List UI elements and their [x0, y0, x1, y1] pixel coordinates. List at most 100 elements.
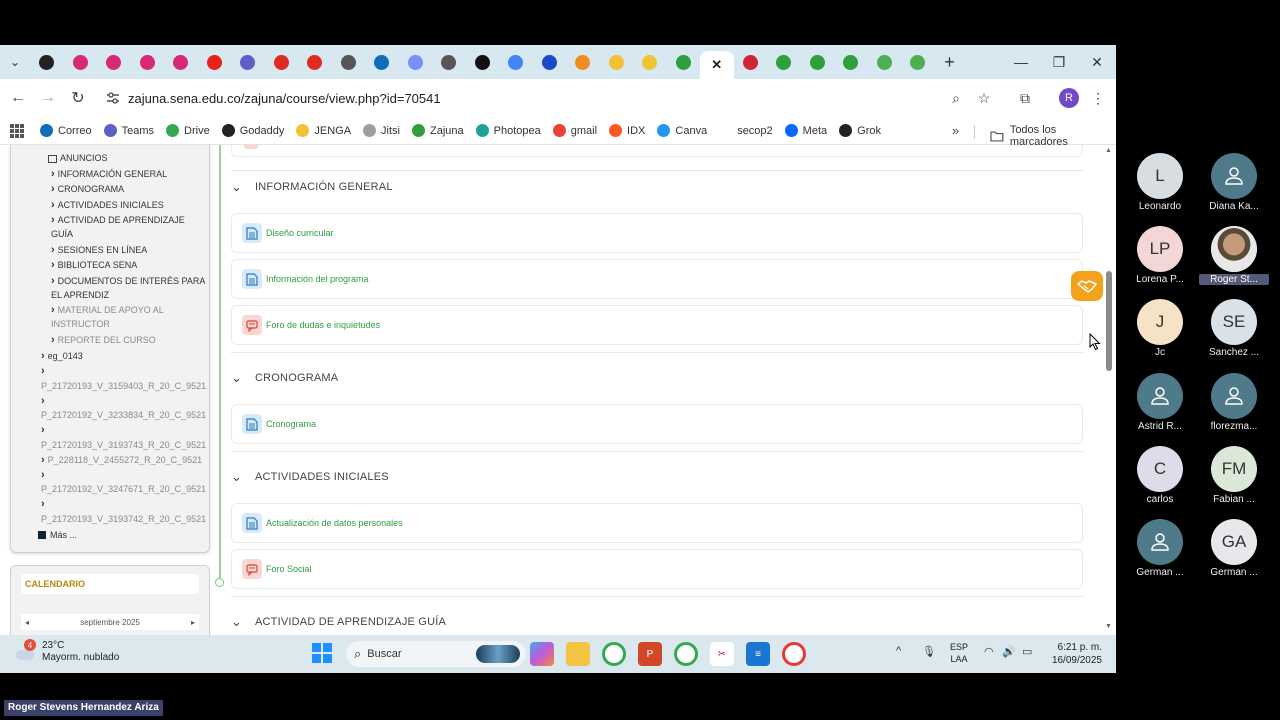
bookmark-item[interactable]: Meta — [784, 124, 827, 137]
bookmark-item[interactable]: IDX — [609, 124, 645, 137]
new-tab-plus-icon[interactable]: + — [935, 52, 965, 73]
browser-tab[interactable] — [633, 48, 667, 76]
participant-tile[interactable]: German ... — [1125, 519, 1195, 578]
chevron-down-icon[interactable]: ⌄ — [231, 371, 247, 384]
course-item[interactable]: P_21720192_V_3233834_R_20_C_9521 — [41, 409, 206, 422]
scroll-thumb[interactable] — [1106, 271, 1112, 371]
course-item[interactable]: P_21720193_V_3159403_R_20_C_9521 — [41, 380, 206, 393]
apps-grid-icon[interactable] — [10, 123, 24, 138]
file-explorer-icon[interactable] — [566, 642, 590, 666]
participant-tile[interactable]: L Leonardo — [1125, 153, 1195, 212]
chevron-right-icon[interactable]: › — [41, 395, 45, 408]
browser-tab[interactable] — [466, 48, 500, 76]
browser-tab[interactable] — [64, 48, 98, 76]
sidebar-item[interactable]: › DOCUMENTOS DE INTERÉS PARA — [51, 275, 205, 288]
activity-item[interactable]: Foro Social — [231, 549, 1083, 589]
zoom-icon[interactable]: ⌕ — [942, 83, 970, 113]
windows-start-icon[interactable] — [312, 643, 332, 663]
scroll-up-arrow-icon[interactable]: ▲ — [1105, 147, 1112, 154]
browser-tab[interactable] — [499, 48, 533, 76]
bookmark-item[interactable]: Canva — [657, 124, 707, 137]
extensions-puzzle-icon[interactable]: ⧉ — [1015, 88, 1035, 108]
section-header[interactable]: ⌄ CRONOGRAMA — [231, 371, 338, 384]
participant-tile[interactable]: Ccarlos — [1125, 445, 1195, 505]
section-header[interactable]: ⌄ ACTIVIDAD DE APRENDIZAJE GUÍA — [231, 615, 446, 628]
bookmark-item[interactable]: Photopea — [475, 124, 541, 137]
chevron-down-icon[interactable]: ⌄ — [231, 180, 247, 193]
sidebar-item[interactable]: › SESIONES EN LÍNEA — [51, 244, 147, 257]
chevron-right-icon[interactable]: › — [41, 498, 45, 511]
activity-item[interactable]: Cronograma — [231, 404, 1083, 444]
microphone-icon[interactable]: 🎙 — [922, 645, 936, 658]
back-arrow-icon[interactable]: ← — [3, 83, 33, 113]
bookmark-item[interactable]: Godaddy — [221, 124, 284, 137]
site-settings-icon[interactable] — [106, 91, 120, 105]
browser-tab[interactable] — [131, 48, 165, 76]
participant-tile[interactable]: Roger St... — [1199, 226, 1269, 286]
activity-item[interactable]: Información del programa — [231, 259, 1083, 299]
browser-tab[interactable] — [399, 48, 433, 76]
participant-tile[interactable]: LP Lorena P... — [1125, 226, 1195, 285]
url-omnibox[interactable]: zajuna.sena.edu.co/zajuna/course/view.ph… — [96, 83, 1000, 113]
activity-item[interactable]: Diseño curricular — [231, 213, 1083, 253]
browser-tab[interactable] — [801, 48, 835, 76]
active-tab[interactable]: ✕ — [700, 51, 734, 79]
browser-tab[interactable] — [667, 48, 701, 76]
activity-link[interactable]: Foro de dudas e inquietudes — [266, 320, 380, 330]
snipping-tool-icon[interactable]: ✂ — [710, 642, 734, 666]
wifi-icon[interactable]: ◠ — [984, 645, 994, 658]
calendar-prev-arrow-icon[interactable]: ◂ — [25, 618, 29, 627]
forward-arrow-icon[interactable]: → — [33, 83, 63, 113]
url-text[interactable]: zajuna.sena.edu.co/zajuna/course/view.ph… — [128, 91, 441, 106]
chrome-icon[interactable] — [602, 642, 626, 666]
activity-item[interactable]: Actualización de datos personales — [231, 503, 1083, 543]
participant-tile[interactable]: Astrid R... — [1125, 372, 1195, 432]
reload-icon[interactable]: ↻ — [63, 83, 93, 113]
minimize-icon[interactable]: — — [1002, 45, 1040, 79]
browser-tab[interactable] — [600, 48, 634, 76]
bookmark-item[interactable]: Grok — [839, 124, 881, 137]
language-indicator[interactable]: ESP LAA — [948, 641, 970, 665]
bookmark-item[interactable]: gmail — [552, 124, 597, 137]
browser-tab[interactable] — [834, 48, 868, 76]
sidebar-item[interactable]: › MATERIAL DE APOYO AL — [51, 304, 164, 317]
activity-item[interactable]: Foro de dudas e inquietudes — [231, 305, 1083, 345]
sidebar-item[interactable]: › BIBLIOTECA SENA — [51, 259, 137, 272]
section-header[interactable]: ⌄ INFORMACIÓN GENERAL — [231, 180, 393, 193]
activity-link[interactable]: Información del programa — [266, 274, 369, 284]
chevron-right-icon[interactable]: › — [41, 365, 45, 378]
copilot-icon[interactable] — [530, 642, 554, 666]
browser-tab[interactable] — [767, 48, 801, 76]
menu-kebab-icon[interactable]: ⋮ — [1088, 88, 1108, 108]
browser-tab[interactable] — [198, 48, 232, 76]
browser-tab[interactable] — [231, 48, 265, 76]
window-close-icon[interactable]: ✕ — [1078, 45, 1116, 79]
bookmark-item[interactable]: Drive — [166, 124, 210, 137]
participant-tile[interactable]: SE Sanchez ... — [1199, 299, 1269, 358]
chrome-profile-icon[interactable] — [674, 642, 698, 666]
bookmark-item[interactable]: Zajuna — [412, 124, 464, 137]
browser-tab[interactable] — [265, 48, 299, 76]
more-link[interactable]: Más ... — [38, 529, 77, 542]
browser-tab[interactable] — [298, 48, 332, 76]
sidebar-item[interactable]: › ACTIVIDADES INICIALES — [51, 199, 164, 212]
sidebar-item[interactable]: › REPORTE DEL CURSO — [51, 334, 156, 347]
chrome-work-icon[interactable] — [782, 642, 806, 666]
help-handshake-button[interactable] — [1071, 271, 1103, 301]
volume-icon[interactable]: 🔊 — [1002, 645, 1016, 658]
browser-tab[interactable] — [365, 48, 399, 76]
bookmark-item[interactable]: Correo — [40, 124, 92, 137]
browser-tab[interactable] — [97, 48, 131, 76]
activity-link[interactable]: Cronograma — [266, 419, 316, 429]
browser-tab[interactable] — [432, 48, 466, 76]
course-item[interactable]: P_21720192_V_3247671_R_20_C_9521 — [41, 483, 206, 496]
restore-icon[interactable]: ❐ — [1040, 45, 1078, 79]
browser-tab[interactable] — [868, 48, 902, 76]
bookmark-item[interactable]: Teams — [103, 124, 154, 137]
bookmark-item[interactable]: secop2 — [719, 125, 772, 137]
browser-tab[interactable] — [734, 48, 768, 76]
participant-tile[interactable]: GA German ... — [1199, 519, 1269, 578]
browser-tab[interactable] — [332, 48, 366, 76]
notepad-icon[interactable]: ≡ — [746, 642, 770, 666]
chevron-down-icon[interactable]: ⌄ — [231, 615, 247, 628]
